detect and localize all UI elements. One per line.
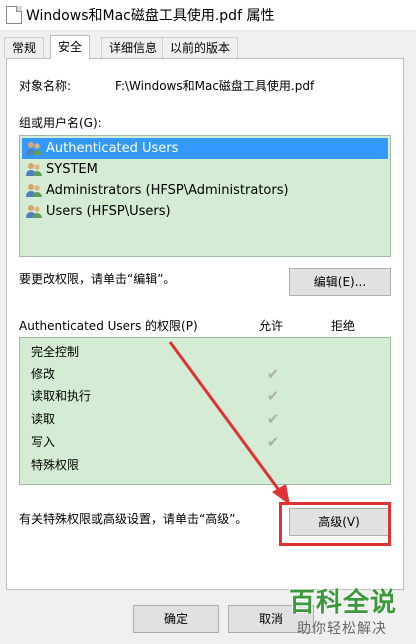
annotation-arrow-icon xyxy=(168,341,290,505)
watermark: 百科全说 助你轻松解决 xyxy=(289,582,416,644)
tab-security[interactable]: 安全 xyxy=(50,35,91,59)
ok-button[interactable]: 确定 xyxy=(133,605,219,633)
watermark-main: 百科全说 xyxy=(289,588,398,618)
watermark-sub: 助你轻松解决 xyxy=(297,621,387,637)
